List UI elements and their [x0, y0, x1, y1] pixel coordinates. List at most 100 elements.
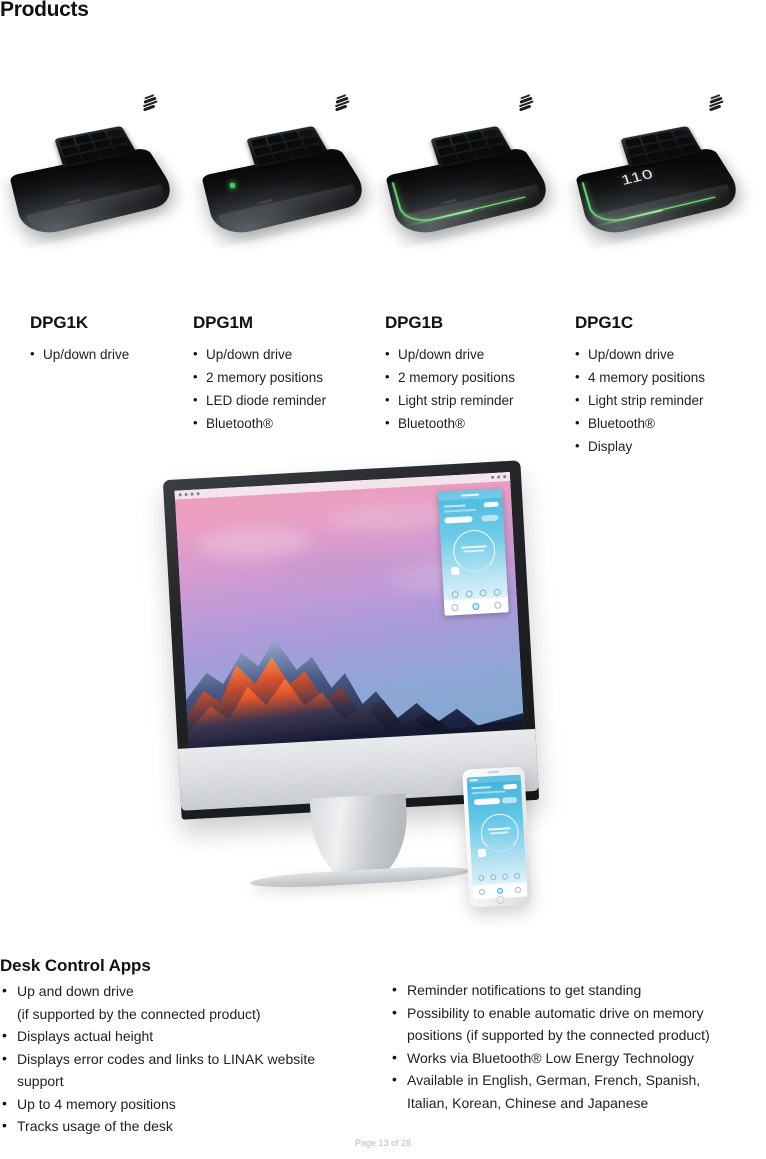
app-window-title: [461, 493, 480, 497]
cable-connector-icon: [706, 94, 727, 115]
lock-icon[interactable]: [451, 566, 460, 576]
memory-preset-icon[interactable]: [492, 588, 501, 596]
memory-preset-icon[interactable]: [478, 874, 485, 882]
tab-home-icon[interactable]: [496, 887, 504, 895]
apps-feature-item: Up to 4 memory positions: [0, 1092, 372, 1116]
apps-feature-text: Works via Bluetooth® Low Energy Technolo…: [407, 1049, 694, 1066]
apps-features-right-column: Reminder notifications to get standing P…: [390, 978, 766, 1114]
product-column-dpg1b: DPG1B Up/down drive 2 memory positions L…: [385, 313, 570, 435]
product-column-dpg1k: DPG1K Up/down drive: [30, 313, 190, 366]
apps-feature-continuation: support: [17, 1073, 64, 1089]
lock-icon[interactable]: [477, 848, 487, 858]
section-title: Desk Control Apps: [0, 956, 151, 975]
feature-item: Up/down drive: [193, 342, 378, 366]
feature-list: Up/down drive 4 memory positions Light s…: [575, 342, 765, 458]
feature-item: Up/down drive: [30, 342, 190, 366]
product-column-dpg1m: DPG1M Up/down drive 2 memory positions L…: [193, 313, 378, 435]
phone-screen[interactable]: [466, 774, 528, 900]
feature-item: Up/down drive: [575, 342, 765, 366]
product-name: DPG1M: [193, 313, 253, 332]
app-height-field[interactable]: [473, 797, 501, 806]
status-icon[interactable]: [497, 475, 501, 479]
product-image-dpg1m: LINAK: [198, 86, 390, 301]
page-title: Products: [0, 0, 89, 21]
apps-feature-continuation: (if supported by the connected product): [17, 1005, 261, 1022]
menu-item-dot[interactable]: [190, 492, 194, 496]
tab-settings-icon[interactable]: [514, 886, 522, 894]
phone-home-button[interactable]: [496, 895, 505, 905]
app-heading-line: [443, 504, 466, 508]
product-image-dpg1b: LINAK: [382, 86, 574, 301]
tab-settings-icon[interactable]: [493, 601, 502, 609]
apps-feature-text: Displays error codes and links to LINAK …: [17, 1050, 316, 1067]
status-icon[interactable]: [491, 475, 495, 479]
feature-item: Bluetooth®: [385, 411, 570, 435]
apps-feature-item: Reminder notifications to get standing: [390, 978, 766, 1002]
apps-feature-text: Available in English, German, French, Sp…: [407, 1072, 701, 1088]
desk-control-app-window[interactable]: [437, 488, 509, 616]
feature-item: 2 memory positions: [385, 365, 570, 389]
feature-list: Up/down drive 2 memory positions LED dio…: [193, 342, 378, 435]
cable-connector-icon: [516, 94, 537, 115]
led-indicator-icon: [230, 183, 235, 188]
feature-item: Display: [575, 434, 765, 458]
feature-item: Bluetooth®: [193, 411, 378, 435]
apps-feature-text: Displays actual height: [17, 1028, 154, 1044]
memory-preset-icon[interactable]: [490, 874, 497, 881]
apps-feature-item: Tracks usage of the desk: [0, 1114, 372, 1138]
apps-feature-continuation: positions (if supported by the connected…: [407, 1027, 710, 1043]
apps-feature-text: Possibility to enable automatic drive on…: [407, 1004, 704, 1021]
menu-item-dot[interactable]: [184, 492, 188, 497]
feature-list: Up/down drive: [30, 342, 190, 366]
tab-stats-icon[interactable]: [478, 888, 486, 896]
app-mockup-illustration: [160, 460, 560, 936]
app-height-field[interactable]: [444, 516, 473, 524]
apps-feature-text: Tracks usage of the desk: [17, 1118, 173, 1134]
app-heading-line: [471, 786, 492, 790]
product-name: DPG1K: [30, 313, 89, 332]
product-image-dpg1c: 110: [572, 86, 764, 301]
apps-feature-item: Works via Bluetooth® Low Energy Technolo…: [390, 1046, 766, 1070]
apps-feature-item: Up and down drive (if supported by the c…: [0, 979, 372, 1025]
apps-feature-text: Up to 4 memory positions: [17, 1095, 176, 1112]
apps-feature-list-right: Reminder notifications to get standing P…: [390, 978, 766, 1114]
product-image-dpg1k: LINAK: [6, 86, 198, 301]
tab-stats-icon[interactable]: [451, 603, 459, 612]
memory-preset-icon[interactable]: [464, 590, 473, 598]
app-connect-button[interactable]: [503, 783, 518, 790]
product-column-dpg1c: DPG1C Up/down drive 4 memory positions L…: [575, 313, 765, 458]
product-name: DPG1C: [575, 313, 634, 332]
menu-item-dot[interactable]: [178, 493, 182, 497]
app-connect-button[interactable]: [483, 501, 499, 508]
memory-preset-icon[interactable]: [450, 590, 459, 599]
app-memory-icons: [472, 872, 526, 882]
memory-preset-icon[interactable]: [514, 872, 521, 880]
memory-preset-icon[interactable]: [478, 589, 487, 597]
app-memory-field[interactable]: [501, 796, 518, 804]
menu-item-dot[interactable]: [196, 492, 200, 496]
monitor-screen: [174, 471, 525, 749]
cable-connector-icon: [140, 94, 161, 115]
phone-status-bar: [466, 774, 521, 784]
app-memory-field[interactable]: [481, 514, 499, 522]
apps-feature-item: Available in English, German, French, Sp…: [390, 1068, 766, 1114]
app-subtext-line: [443, 508, 476, 513]
apps-feature-item: Displays error codes and links to LINAK …: [0, 1047, 372, 1093]
desktop-computer-mockup: [162, 460, 540, 820]
clock-icon[interactable]: [503, 475, 507, 479]
tab-home-icon[interactable]: [472, 602, 480, 611]
feature-item: 4 memory positions: [575, 365, 765, 389]
smartphone-mockup: [462, 766, 532, 908]
feature-list: Up/down drive 2 memory positions Light s…: [385, 342, 570, 435]
memory-preset-icon[interactable]: [502, 873, 509, 880]
apps-feature-text: Up and down drive: [17, 983, 134, 999]
apps-feature-item: Possibility to enable automatic drive on…: [390, 1001, 766, 1047]
feature-item: Light strip reminder: [575, 388, 765, 412]
product-name: DPG1B: [385, 313, 444, 332]
feature-item: 2 memory positions: [193, 365, 378, 389]
apps-feature-text: Reminder notifications to get standing: [407, 982, 642, 998]
page-footer: Page 13 of 28: [354, 1138, 412, 1148]
cable-connector-icon: [332, 94, 353, 115]
app-subtext-line: [471, 790, 506, 795]
monitor-bezel: [162, 460, 540, 820]
